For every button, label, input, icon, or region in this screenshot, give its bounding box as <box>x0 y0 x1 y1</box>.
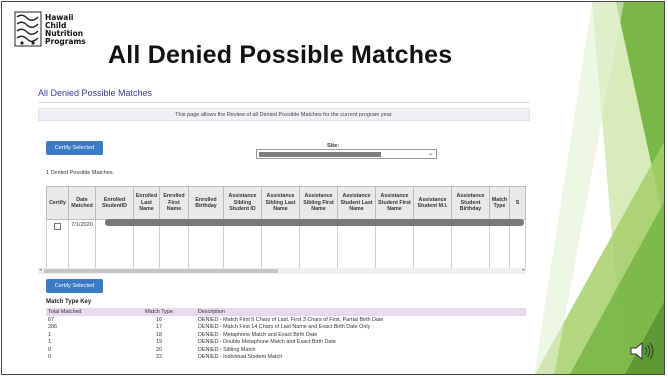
column-header: Match Type <box>489 186 510 220</box>
total-matched: 1 <box>48 331 51 338</box>
key-row: 286 17 DENIED - Match First 14 Chars of … <box>46 324 526 332</box>
certify-selected-button-bottom[interactable]: Certify Selected <box>46 279 103 293</box>
chevron-down-icon: ⌄ <box>427 151 433 157</box>
date-matched-cell: 7/1/2020 <box>68 219 96 269</box>
match-type-key-table: Total Matched Match Type Description 67 … <box>46 308 526 361</box>
table-cell <box>159 219 189 269</box>
scroll-right-icon[interactable]: ▸ <box>522 267 525 273</box>
slide: Hawaii Child Nutrition Programs All Deni… <box>1 1 665 375</box>
total-matched: 286 <box>48 324 57 331</box>
slide-title: All Denied Possible Matches <box>108 41 453 69</box>
speaker-audio-icon[interactable] <box>628 340 656 362</box>
hawaiian-pattern-logo-icon <box>14 11 42 47</box>
logo-text: Hawaii Child Nutrition Programs <box>45 14 86 46</box>
redacted-row-data <box>105 219 524 226</box>
result-count: 1 Denied Possible Matches. <box>46 170 115 176</box>
total-matched: 1 <box>48 339 51 346</box>
logo-line: Programs <box>45 37 86 46</box>
column-header: Assistance Student First Name <box>375 186 414 220</box>
total-matched: 67 <box>48 316 54 323</box>
certify-selected-button[interactable]: Certify Selected <box>46 141 103 155</box>
scrollbar-thumb[interactable] <box>44 269 278 273</box>
match-type-cell: 17 <box>489 219 510 269</box>
table-cell <box>223 219 262 269</box>
match-type: 16 <box>156 316 162 323</box>
description: DENIED - Individual Student Match <box>198 354 283 361</box>
total-matched: 0 <box>48 346 51 353</box>
column-header: Assistance Sibling Last Name <box>261 186 300 220</box>
key-row: 67 16 DENIED - Match First 5 Chars of La… <box>46 316 526 324</box>
divider <box>38 102 530 103</box>
description: DENIED - Match First 5 Chars of Last, Fi… <box>198 316 384 323</box>
table-cell <box>188 219 224 269</box>
column-header: Assistance Sibling Student ID <box>223 186 262 220</box>
column-header: S <box>509 186 526 220</box>
column-header: Assistance Student Last Name <box>337 186 376 220</box>
table-cell <box>133 219 160 269</box>
table-cell <box>95 219 134 269</box>
table-cell <box>299 219 338 269</box>
table-cell <box>337 219 376 269</box>
certify-checkbox[interactable] <box>54 223 61 230</box>
redacted-value <box>259 152 381 157</box>
matches-table: Certify Date Matched Enrolled StudentID … <box>46 186 526 269</box>
table-cell: 5 <box>509 219 526 269</box>
match-type-key-title: Match Type Key <box>46 299 92 305</box>
key-row: 1 19 DENIED - Double Metaphone Match and… <box>46 339 526 347</box>
column-header: Certify <box>46 186 69 220</box>
total-matched: 0 <box>48 354 51 361</box>
column-header: Assistance Sibling First Name <box>299 186 338 220</box>
horizontal-scrollbar[interactable]: ◂ ▸ <box>38 267 526 274</box>
column-header: Assistance Student Birthday <box>451 186 490 220</box>
key-row: 0 22 DENIED - Individual Student Match <box>46 354 526 362</box>
description: DENIED - Match First 14 Chars of Last Na… <box>198 324 371 331</box>
match-type: 20 <box>156 346 162 353</box>
key-row: 0 20 DENIED - Sibling Match <box>46 346 526 354</box>
match-type: 18 <box>156 331 162 338</box>
column-header: Match Type <box>122 308 196 316</box>
column-header: Enrolled Last Name <box>133 186 160 220</box>
match-type: 17 <box>156 324 162 331</box>
table-cell <box>261 219 300 269</box>
key-header-row: Total Matched Match Type Description <box>46 308 526 316</box>
key-row: 1 18 DENIED - Metaphone Match and Exact … <box>46 331 526 339</box>
program-logo: Hawaii Child Nutrition Programs <box>14 9 104 51</box>
certify-cell <box>46 219 69 269</box>
description: DENIED - Metaphone Match and Exact Birth… <box>198 331 318 338</box>
table-cell <box>451 219 490 269</box>
web-page-panel: All Denied Possible Matches This page al… <box>32 82 530 374</box>
column-header: Enrolled Birthday <box>188 186 224 220</box>
column-header: Assistance Student M.I. <box>413 186 452 220</box>
site-select[interactable]: ⌄ <box>256 149 437 159</box>
description: DENIED - Sibling Match <box>198 346 256 353</box>
description: DENIED - Double Metaphone Match and Exac… <box>198 339 336 346</box>
match-type: 22 <box>156 354 162 361</box>
table-cell <box>413 219 452 269</box>
info-banner: This page allows the Review of all Denie… <box>38 108 530 121</box>
column-header: Enrolled StudentID <box>95 186 134 220</box>
table-cell <box>375 219 414 269</box>
page-title: All Denied Possible Matches <box>38 88 153 98</box>
scroll-left-icon[interactable]: ◂ <box>39 267 42 273</box>
table-header-row: Certify Date Matched Enrolled StudentID … <box>46 186 526 220</box>
match-type: 19 <box>156 339 162 346</box>
table-row: 7/1/2020 17 5 <box>46 219 526 269</box>
column-header: Enrolled First Name <box>159 186 189 220</box>
column-header: Description <box>196 308 526 316</box>
column-header: Date Matched <box>68 186 96 220</box>
column-header: Total Matched <box>46 308 122 316</box>
